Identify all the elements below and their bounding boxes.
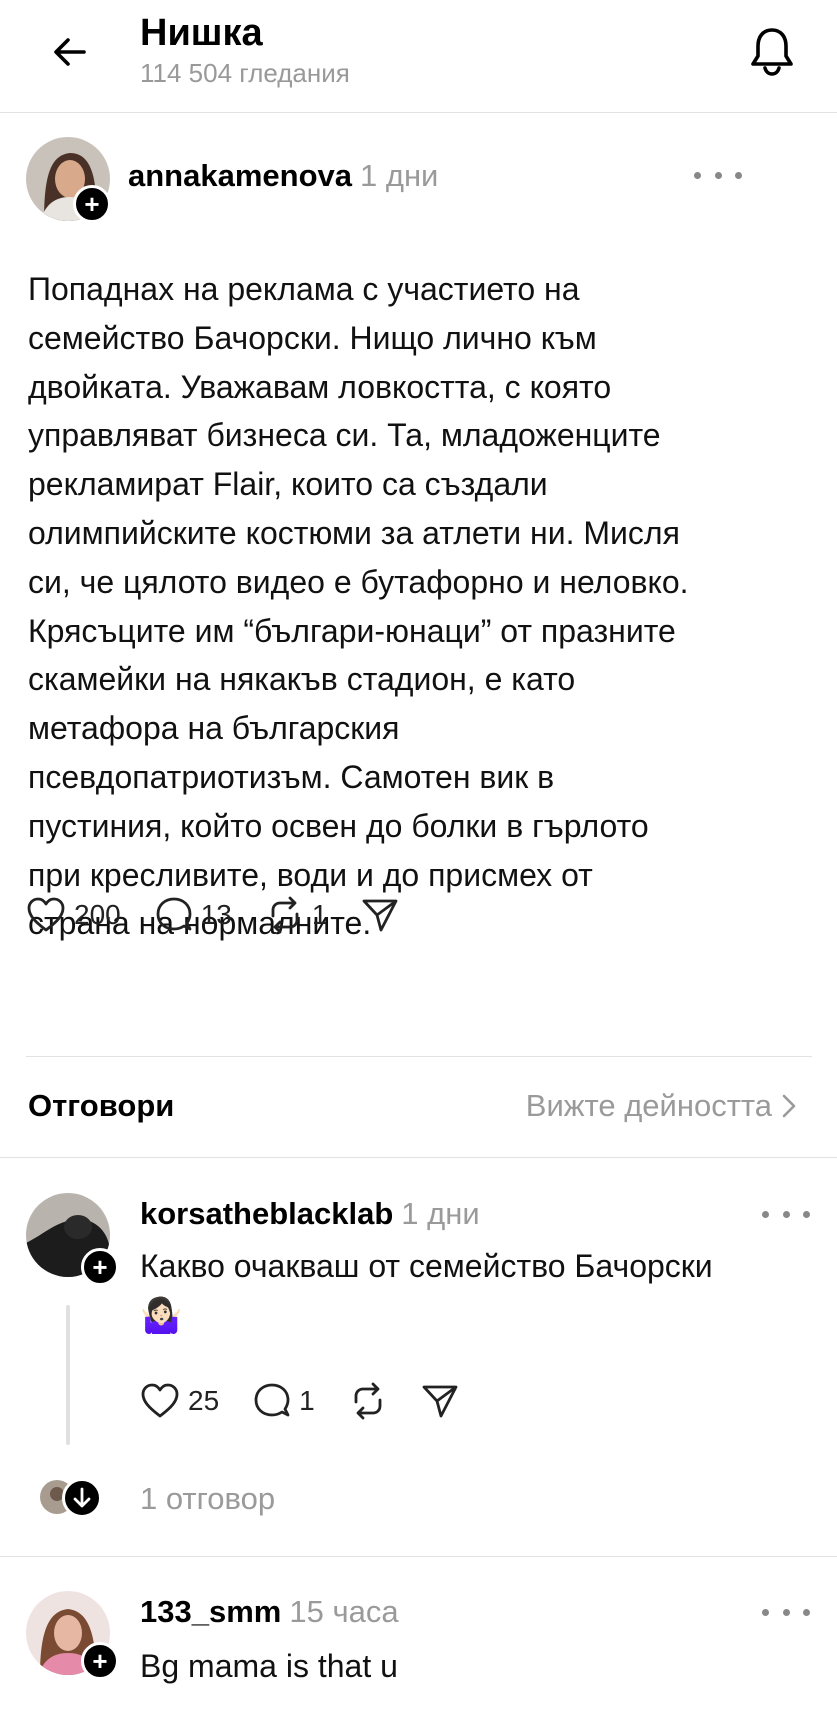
post-divider [26,1056,812,1057]
reply-username[interactable]: korsatheblacklab [140,1196,393,1231]
reply-text: Какво очакваш от семейство Бачорски [140,1248,713,1284]
comment-icon [156,897,192,931]
follow-plus-button[interactable]: + [81,1248,119,1286]
reply-count[interactable]: 1 отговор [140,1481,275,1517]
reply-author[interactable]: 133_smm 15 часа [140,1594,399,1630]
send-icon [363,899,398,932]
share-button[interactable] [421,1382,459,1420]
like-count: 25 [188,1385,220,1416]
like-button[interactable]: 200 [26,896,121,934]
comment-button[interactable]: 1 [253,1382,315,1420]
comment-icon [254,1383,290,1417]
heart-icon [27,897,65,932]
view-activity-label[interactable]: Вижте дейността [526,1088,772,1124]
post-text: Попаднах на реклама с участието на семей… [28,271,689,942]
replies-header: Отговори Вижте дейността [28,1080,808,1136]
thread-header: Нишка 114 504 гледания [0,0,837,112]
page-title: Нишка [140,12,263,54]
post-author[interactable]: annakamenova 1 дни [128,158,438,194]
send-icon [422,1385,458,1418]
repost-button[interactable]: 1 [266,896,328,934]
comment-count: 13 [200,899,232,930]
post-actions: 200 13 1 [26,896,433,934]
arrow-left-icon [54,38,86,66]
post-username[interactable]: annakamenova [128,158,352,193]
notifications-button[interactable] [742,20,802,80]
repost-count: 1 [311,899,328,930]
reply-more-button[interactable] [762,1600,810,1624]
follow-plus-button[interactable]: + [81,1642,119,1680]
like-count: 200 [74,899,121,930]
like-button[interactable]: 25 [140,1382,219,1420]
heart-icon [141,1383,179,1418]
chevron-right-icon [782,1094,796,1118]
reply-text: Bg mama is that u [140,1648,398,1684]
repost-icon [271,896,299,934]
reply-author[interactable]: korsatheblacklab 1 дни [140,1196,480,1232]
header-divider [0,112,837,113]
post-more-button[interactable] [694,163,742,187]
view-activity-link[interactable]: Вижте дейността [526,1088,796,1124]
reply-divider [0,1556,837,1557]
bell-icon [751,28,793,76]
repost-button[interactable] [349,1382,387,1420]
comment-button[interactable]: 13 [155,896,232,934]
repost-icon [354,1382,382,1420]
thread-line [66,1305,70,1445]
replies-title: Отговори [28,1088,175,1123]
shrug-emoji: 🤷🏻‍♀️ [140,1297,183,1335]
replies-divider [0,1157,837,1158]
reply-time: 15 часа [289,1594,399,1629]
reply-actions: 25 1 [140,1382,493,1420]
post-time: 1 дни [360,158,439,193]
reply-username[interactable]: 133_smm [140,1594,281,1629]
share-button[interactable] [361,896,399,934]
arrow-down-icon [73,1487,91,1508]
expand-replies-button[interactable] [62,1478,102,1518]
reply-more-button[interactable] [762,1202,810,1226]
views-count: 114 504 гледания [140,58,350,88]
reply-time: 1 дни [401,1196,480,1231]
back-button[interactable] [42,24,98,80]
follow-plus-button[interactable]: + [73,185,111,223]
comment-count: 1 [299,1385,315,1416]
